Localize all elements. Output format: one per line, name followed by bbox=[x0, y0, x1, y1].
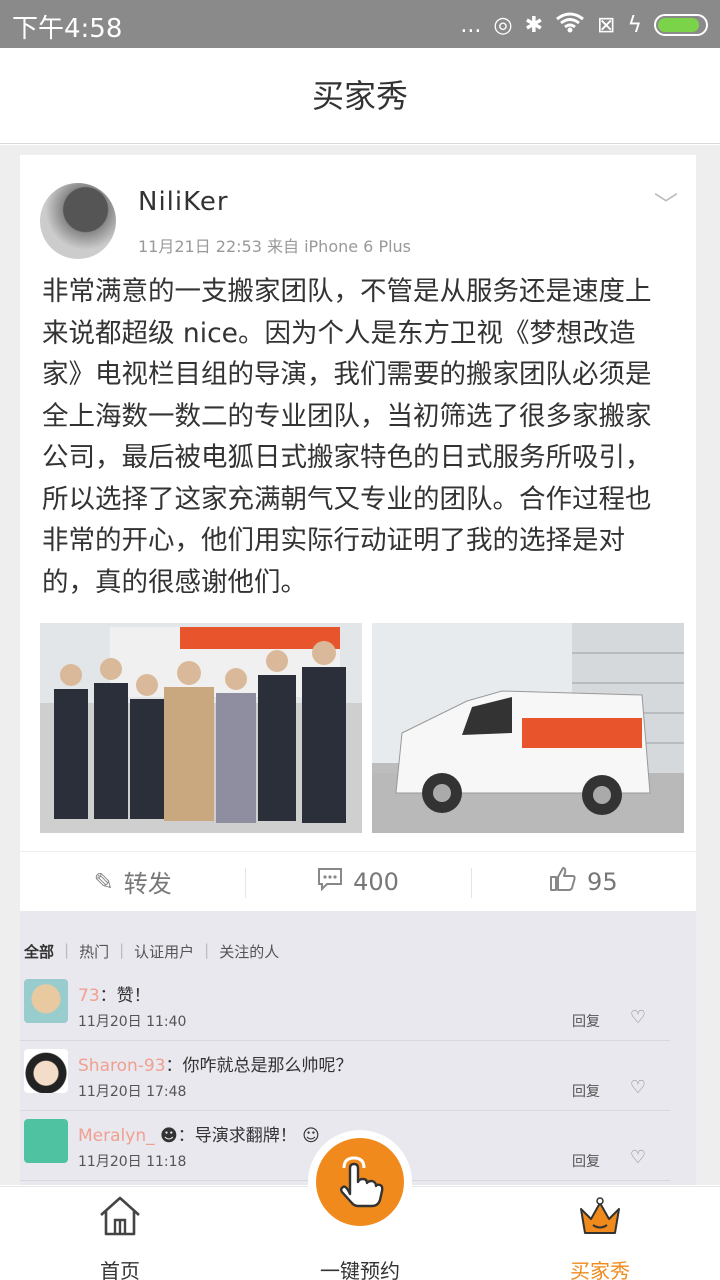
tab-all[interactable]: 全部 bbox=[24, 941, 54, 962]
reply-button[interactable]: 回复 bbox=[572, 1011, 600, 1031]
home-icon bbox=[100, 1196, 140, 1236]
content-area[interactable]: NiliKer 11月21日 22:53 来自 iPhone 6 Plus ﹀ … bbox=[0, 145, 720, 1185]
comment-item[interactable]: Sharon-93：你咋就总是那么帅呢？ 11月20日 17:48 回复 ♡ bbox=[20, 1043, 670, 1111]
comment-text: ：导演求翻牌！ bbox=[177, 1126, 297, 1146]
comment-count: 400 bbox=[353, 867, 399, 896]
status-time: 下午4:58 bbox=[12, 14, 123, 44]
tab-separator: | bbox=[204, 941, 210, 959]
emoji-icon: ☻ bbox=[154, 1126, 178, 1146]
comment-like-icon[interactable]: ♡ bbox=[630, 1007, 646, 1028]
post-actions: ✎ 转发 400 95 bbox=[20, 851, 696, 911]
fab-circle bbox=[316, 1138, 404, 1226]
post-avatar[interactable] bbox=[40, 183, 116, 259]
comment-text: ：赞！ bbox=[99, 986, 151, 1006]
one-click-booking-button[interactable] bbox=[308, 1130, 412, 1234]
comment-like-icon[interactable]: ♡ bbox=[630, 1147, 646, 1168]
tap-hand-icon bbox=[340, 1156, 384, 1208]
emoji-icon: ☺ bbox=[296, 1126, 320, 1146]
post-photo-van[interactable] bbox=[372, 623, 684, 833]
reply-button[interactable]: 回复 bbox=[572, 1151, 600, 1171]
status-icons: ... ◎ ✱ ⊠ ϟ bbox=[460, 8, 708, 42]
tab-following[interactable]: 关注的人 bbox=[219, 941, 279, 962]
comment-text: ：你咋就总是那么帅呢？ bbox=[165, 1056, 353, 1076]
post-username[interactable]: NiliKer bbox=[138, 187, 229, 217]
comment-item[interactable]: 73：赞！ 11月20日 11:40 回复 ♡ bbox=[20, 973, 670, 1041]
tab-show-label: 买家秀 bbox=[570, 1259, 630, 1280]
tab-home[interactable]: 首页 bbox=[40, 1195, 200, 1280]
comment-filter-tabs: 全部 | 热门 | 认证用户 | 关注的人 bbox=[24, 941, 279, 962]
comment-avatar[interactable] bbox=[24, 979, 68, 1023]
comment-button[interactable]: 400 bbox=[245, 852, 470, 911]
repost-button[interactable]: ✎ 转发 bbox=[20, 852, 245, 911]
comment-like-icon[interactable]: ♡ bbox=[630, 1077, 646, 1098]
battery-fill bbox=[658, 18, 699, 32]
repost-label: 转发 bbox=[123, 870, 172, 898]
tab-separator: | bbox=[64, 941, 70, 959]
wifi-icon bbox=[555, 11, 585, 39]
tab-home-label: 首页 bbox=[100, 1259, 140, 1280]
battery-icon bbox=[654, 14, 708, 36]
bluetooth-icon: ✱ bbox=[524, 12, 544, 38]
comment-avatar[interactable] bbox=[24, 1049, 68, 1093]
sync-icon: ◎ bbox=[493, 12, 513, 38]
status-bar: 下午4:58 ... ◎ ✱ ⊠ ϟ bbox=[0, 0, 720, 48]
comment-avatar[interactable] bbox=[24, 1119, 68, 1163]
tab-hot[interactable]: 热门 bbox=[79, 941, 109, 962]
page-title: 买家秀 bbox=[0, 48, 720, 144]
chevron-down-icon[interactable]: ﹀ bbox=[654, 185, 678, 220]
comment-nickname[interactable]: Sharon-93 bbox=[78, 1056, 166, 1076]
post-meta: 11月21日 22:53 来自 iPhone 6 Plus bbox=[138, 237, 412, 256]
comment-content: Sharon-93：你咋就总是那么帅呢？ bbox=[78, 1051, 353, 1076]
tab-buyer-show[interactable]: 买家秀 bbox=[520, 1195, 680, 1280]
comment-nickname[interactable]: 73 bbox=[78, 986, 100, 1006]
comment-time: 11月20日 11:40 bbox=[78, 1014, 187, 1030]
thumbs-up-icon bbox=[549, 866, 577, 898]
tab-verified[interactable]: 认证用户 bbox=[134, 941, 194, 962]
more-dots-icon: ... bbox=[460, 12, 482, 38]
like-count: 95 bbox=[587, 867, 618, 896]
post-text: 非常满意的一支搬家团队，不管是从服务还是速度上来说都超级 nice。因为个人是东… bbox=[42, 276, 652, 598]
no-sim-icon: ⊠ bbox=[597, 12, 616, 38]
post-card: NiliKer 11月21日 22:53 来自 iPhone 6 Plus ﹀ … bbox=[20, 155, 696, 1185]
edit-icon: ✎ bbox=[93, 867, 114, 896]
comment-icon bbox=[317, 867, 343, 897]
charging-icon: ϟ bbox=[627, 12, 642, 38]
comment-time: 11月20日 17:48 bbox=[78, 1084, 187, 1100]
comment-nickname[interactable]: Meralyn_ bbox=[78, 1126, 155, 1146]
reply-button[interactable]: 回复 bbox=[572, 1081, 600, 1101]
comment-content: 73：赞！ bbox=[78, 981, 151, 1006]
comment-time: 11月20日 11:18 bbox=[78, 1154, 187, 1170]
tab-book-label: 一键预约 bbox=[320, 1259, 400, 1280]
like-button[interactable]: 95 bbox=[470, 852, 696, 911]
tab-separator: | bbox=[119, 941, 125, 959]
crown-icon bbox=[580, 1197, 620, 1234]
post-photo-team[interactable] bbox=[40, 623, 362, 833]
comment-content: Meralyn_ ☻：导演求翻牌！ ☺ bbox=[78, 1121, 320, 1146]
